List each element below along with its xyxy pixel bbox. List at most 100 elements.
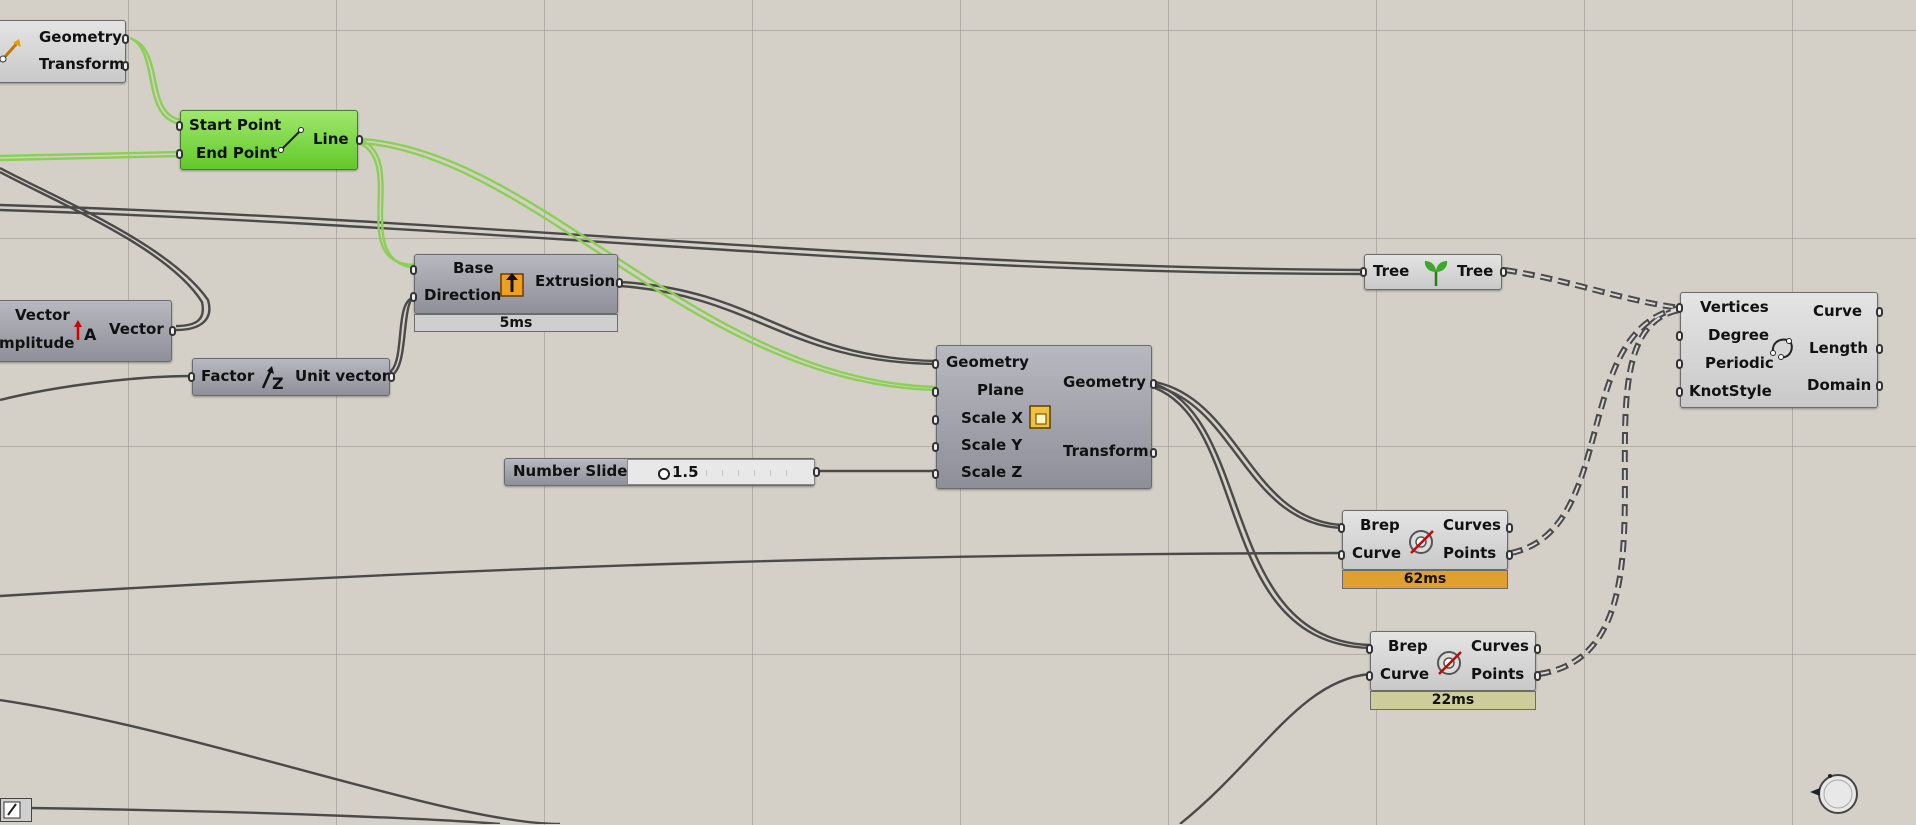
input-brep-label: Brep [1388,637,1428,655]
output-curves-port[interactable] [1534,644,1541,654]
output-points-label: Points [1443,544,1497,562]
output-curves-label: Curves [1471,637,1529,655]
input-base-port[interactable] [410,265,417,275]
input-periodic-label: Periodic [1705,354,1774,372]
input-brep-port[interactable] [1338,523,1345,533]
svg-text:Z: Z [272,374,284,392]
output-unit-vector-label: Unit vector [295,367,390,385]
output-transform-port[interactable] [122,61,129,71]
output-points-label: Points [1471,665,1525,683]
input-geometry-port[interactable] [932,359,939,369]
brep-curve-component-1[interactable]: Brep Curve Curves Points [1338,510,1513,570]
input-scale-z-port[interactable] [932,469,939,479]
input-knotstyle-port[interactable] [1676,387,1683,397]
extrusion-timer: 5ms [414,314,618,332]
input-curve-port[interactable] [1338,550,1345,560]
extrude-icon [500,273,524,297]
brep-curve-component-2[interactable]: Brep Curve Curves Points [1366,631,1541,691]
wire-bottom-left [29,806,501,824]
output-geometry-port[interactable] [122,34,129,44]
output-curve-label: Curve [1813,302,1863,320]
wire-line-to-base [360,138,417,270]
wire-unit-to-direction [389,293,417,378]
input-brep-port[interactable] [1366,644,1373,654]
line-component[interactable]: Start Point End Point Line [176,110,363,170]
nurbs-curve-icon [1770,338,1793,360]
input-periodic-port[interactable] [1676,359,1683,369]
slider-grip[interactable] [658,468,670,480]
input-curve-label: Curve [1380,665,1430,683]
output-transform-label: Transform [39,55,125,73]
output-points-port[interactable] [1534,671,1541,681]
input-scale-x-label: Scale X [961,409,1023,427]
unit-vector-component[interactable]: Factor Z Unit vector [188,358,395,396]
brep-curve-timer-2: 22ms [1370,691,1536,710]
transform-component[interactable]: Geometry Transform [0,20,129,83]
output-length-label: Length [1809,339,1868,357]
navigation-compass-icon[interactable] [1806,770,1862,818]
output-curve-port[interactable] [1876,307,1883,317]
output-transform-label: Transform [1063,442,1149,460]
output-geometry-label: Geometry [39,28,122,46]
output-unit-vector-port[interactable] [388,372,395,382]
output-length-port[interactable] [1876,344,1883,354]
output-line-port[interactable] [356,135,363,145]
slider-track[interactable]: 1.5 [627,459,815,485]
input-factor-label: Factor [201,367,255,385]
input-start-point-label: Start Point [189,116,282,134]
output-points-port[interactable] [1506,550,1513,560]
tree-sprout-icon [1424,261,1448,286]
output-extrusion-port[interactable] [616,278,623,288]
input-knotstyle-label: KnotStyle [1689,382,1772,400]
amplitude-icon: A [74,320,97,344]
output-domain-port[interactable] [1876,381,1883,391]
tree-component[interactable]: Tree Tree [1360,254,1507,290]
unit-vector-icon: Z [261,366,284,392]
output-vector-label: Vector [109,320,164,338]
input-scale-y-port[interactable] [932,442,939,452]
input-end-point-label: End Point [196,144,278,162]
amplitude-component[interactable]: Vector mplitude A Vector [0,300,176,362]
input-start-point-port[interactable] [176,121,183,131]
extrusion-component[interactable]: Base Direction Extrusion [410,254,623,314]
input-plane-label: Plane [977,381,1025,399]
input-tree-label: Tree [1373,262,1410,280]
wire-line-to-base-2 [360,142,417,267]
input-tree-port[interactable] [1360,267,1367,277]
number-slider[interactable]: Number Slider 1.5 [504,458,820,486]
input-direction-port[interactable] [410,292,417,302]
output-domain-label: Domain [1807,376,1872,394]
output-curves-port[interactable] [1506,523,1513,533]
wire-left-to-brep1-curve [0,551,1343,598]
input-curve-label: Curve [1352,544,1402,562]
input-vertices-port[interactable] [1676,303,1683,313]
wire-geometry-to-brep1 [1154,380,1343,527]
input-brep-label: Brep [1360,516,1400,534]
slider-output-port[interactable] [813,467,820,477]
input-curve-port[interactable] [1366,671,1373,681]
nurbs-curve-component[interactable]: Vertices Degree Periodic KnotStyle Curve… [1676,292,1883,408]
panel-toggle-icon[interactable] [0,798,32,822]
output-geometry-label: Geometry [1063,373,1146,391]
output-tree-port[interactable] [1500,267,1507,277]
input-amplitude-label: mplitude [0,334,75,352]
input-end-point-port[interactable] [176,149,183,159]
input-degree-label: Degree [1708,326,1770,344]
wire-geometry-to-brep2 [1154,382,1371,647]
output-transform-port[interactable] [1150,448,1157,458]
output-geometry-port[interactable] [1150,379,1157,389]
output-vector-port[interactable] [169,326,176,336]
brep-curve-intersect-icon [1437,651,1462,675]
wire-brep1-to-vertices [1510,305,1681,556]
output-line-label: Line [313,130,349,148]
svg-text:A: A [84,325,97,344]
wire-left-to-brep2-curve [0,672,1371,824]
input-degree-port[interactable] [1676,331,1683,341]
wire-left-to-factor [0,374,193,402]
input-factor-port[interactable] [188,372,195,382]
input-plane-port[interactable] [932,387,939,397]
slider-label: Number Slider [513,462,635,480]
input-scale-x-port[interactable] [932,415,939,425]
scale-nu-component[interactable]: Geometry Plane Scale X Scale Y Scale Z G… [932,345,1157,489]
output-tree-label: Tree [1457,262,1494,280]
